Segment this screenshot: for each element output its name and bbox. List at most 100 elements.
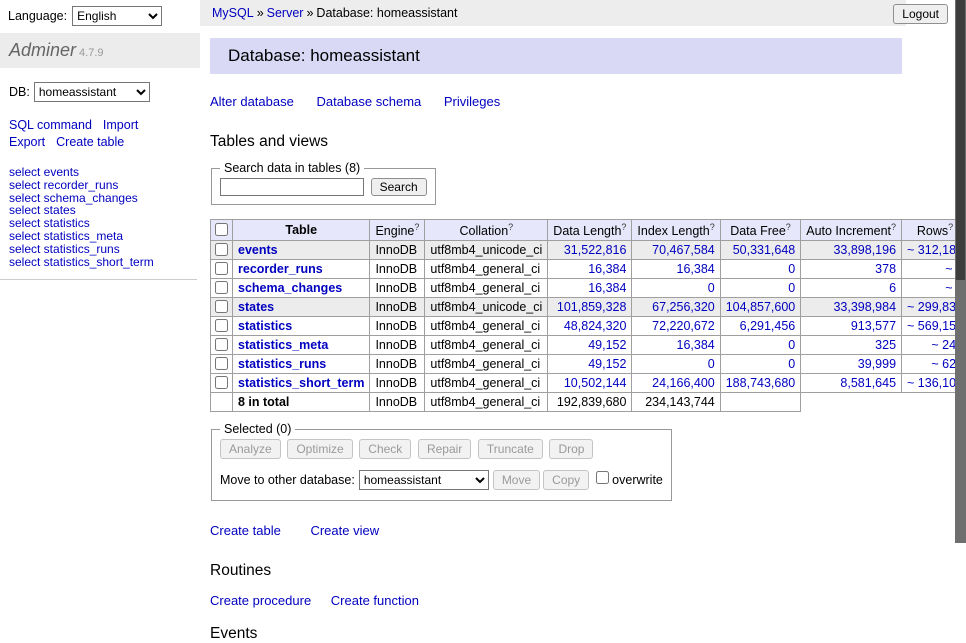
data-free-cell[interactable]: 0: [720, 260, 801, 279]
auto-increment-cell[interactable]: 33,898,196: [801, 241, 902, 260]
analyze-button: Analyze: [220, 439, 281, 459]
data-free-cell[interactable]: 50,331,648: [720, 241, 801, 260]
create-function-link[interactable]: Create function: [331, 593, 419, 608]
sidebar-link-import[interactable]: Import: [103, 118, 138, 132]
db-select[interactable]: homeassistant: [34, 82, 150, 102]
data-free-cell[interactable]: 6,291,456: [720, 317, 801, 336]
vertical-scrollbar[interactable]: [955, 0, 966, 543]
data-free-cell[interactable]: 0: [720, 336, 801, 355]
help-link[interactable]: ?: [710, 222, 715, 232]
breadcrumb-mysql-link[interactable]: MySQL: [212, 6, 254, 20]
data-length-cell[interactable]: 49,152: [548, 336, 632, 355]
sidebar-link-create-table[interactable]: Create table: [56, 135, 124, 149]
row-select-checkbox[interactable]: [215, 319, 228, 332]
help-link[interactable]: ?: [414, 222, 419, 232]
help-link[interactable]: ?: [621, 222, 626, 232]
breadcrumb-separator: »: [257, 6, 264, 20]
data-length-cell[interactable]: 31,522,816: [548, 241, 632, 260]
data-free-cell[interactable]: 104,857,600: [720, 298, 801, 317]
select-all-checkbox[interactable]: [215, 223, 228, 236]
table-name-link[interactable]: statistics_runs: [238, 357, 326, 371]
header-data-length: Data Length?: [548, 220, 632, 241]
engine-cell: InnoDB: [370, 279, 425, 298]
table-name-link[interactable]: states: [238, 300, 274, 314]
auto-increment-cell[interactable]: 8,581,645: [801, 374, 902, 393]
data-length-cell[interactable]: 10,502,144: [548, 374, 632, 393]
create-procedure-link[interactable]: Create procedure: [210, 593, 311, 608]
sidebar-item-select-events[interactable]: select events: [9, 166, 188, 179]
table-name-link[interactable]: recorder_runs: [238, 262, 323, 276]
row-select-checkbox[interactable]: [215, 357, 228, 370]
index-length-cell[interactable]: 72,220,672: [632, 317, 720, 336]
index-length-cell[interactable]: 24,166,400: [632, 374, 720, 393]
data-length-cell[interactable]: 16,384: [548, 279, 632, 298]
privileges-link[interactable]: Privileges: [444, 94, 500, 109]
scrollbar-thumb[interactable]: [956, 0, 965, 280]
breadcrumb-server-link[interactable]: Server: [267, 6, 304, 20]
index-length-cell[interactable]: 70,467,584: [632, 241, 720, 260]
move-db-select[interactable]: homeassistant: [359, 470, 489, 490]
overwrite-checkbox[interactable]: [596, 471, 609, 484]
sidebar-item-select-statistics-runs[interactable]: select statistics_runs: [9, 243, 188, 256]
data-length-cell[interactable]: 16,384: [548, 260, 632, 279]
data-free-cell[interactable]: 0: [720, 355, 801, 374]
search-button[interactable]: Search: [371, 178, 427, 196]
table-name-link[interactable]: schema_changes: [238, 281, 342, 295]
help-link[interactable]: ?: [786, 222, 791, 232]
data-free-cell[interactable]: 0: [720, 279, 801, 298]
create-table-link[interactable]: Create table: [210, 523, 281, 538]
truncate-button: Truncate: [478, 439, 543, 459]
search-input[interactable]: [220, 178, 364, 196]
data-free-cell[interactable]: 188,743,680: [720, 374, 801, 393]
header-table[interactable]: Table: [233, 220, 370, 241]
table-name-link[interactable]: events: [238, 243, 278, 257]
row-select-checkbox[interactable]: [215, 338, 228, 351]
row-select-checkbox[interactable]: [215, 281, 228, 294]
tables-overview-table: Table Engine? Collation? Data Length? In…: [210, 219, 966, 412]
check-button: Check: [359, 439, 411, 459]
sidebar-item-select-recorder-runs[interactable]: select recorder_runs: [9, 179, 188, 192]
help-link[interactable]: ?: [508, 222, 513, 232]
row-select-checkbox[interactable]: [215, 300, 228, 313]
table-row: recorder_runs InnoDB utf8mb4_general_ci …: [211, 260, 966, 279]
auto-increment-cell[interactable]: 6: [801, 279, 902, 298]
language-select[interactable]: English: [72, 6, 162, 26]
help-link[interactable]: ?: [948, 222, 953, 232]
sidebar-item-select-statistics-meta[interactable]: select statistics_meta: [9, 230, 188, 243]
help-link[interactable]: ?: [891, 222, 896, 232]
data-length-cell[interactable]: 49,152: [548, 355, 632, 374]
row-select-checkbox[interactable]: [215, 376, 228, 389]
table-row: statistics_runs InnoDB utf8mb4_general_c…: [211, 355, 966, 374]
create-view-link[interactable]: Create view: [310, 523, 379, 538]
database-action-links: Alter database Database schema Privilege…: [210, 94, 902, 109]
index-length-cell[interactable]: 0: [632, 279, 720, 298]
app-name[interactable]: Adminer: [9, 40, 76, 60]
selected-fieldset: Selected (0) Analyze Optimize Check Repa…: [211, 422, 672, 501]
table-name-link[interactable]: statistics_meta: [238, 338, 328, 352]
auto-increment-cell[interactable]: 33,398,984: [801, 298, 902, 317]
sidebar-link-export[interactable]: Export: [9, 135, 45, 149]
index-length-cell[interactable]: 16,384: [632, 260, 720, 279]
table-name-link[interactable]: statistics: [238, 319, 292, 333]
database-schema-link[interactable]: Database schema: [316, 94, 421, 109]
row-select-checkbox[interactable]: [215, 262, 228, 275]
table-header-row: Table Engine? Collation? Data Length? In…: [211, 220, 966, 241]
data-length-cell[interactable]: 48,824,320: [548, 317, 632, 336]
auto-increment-cell[interactable]: 378: [801, 260, 902, 279]
sidebar-link-sql-command[interactable]: SQL command: [9, 118, 92, 132]
auto-increment-cell[interactable]: 325: [801, 336, 902, 355]
alter-database-link[interactable]: Alter database: [210, 94, 294, 109]
logout-button[interactable]: Logout: [893, 4, 948, 24]
sidebar-item-select-statistics-short-term[interactable]: select statistics_short_term: [9, 256, 188, 269]
data-length-cell[interactable]: 101,859,328: [548, 298, 632, 317]
index-length-cell[interactable]: 0: [632, 355, 720, 374]
index-length-cell[interactable]: 67,256,320: [632, 298, 720, 317]
table-name-link[interactable]: statistics_short_term: [238, 376, 364, 390]
auto-increment-cell[interactable]: 39,999: [801, 355, 902, 374]
table-row: events InnoDB utf8mb4_unicode_ci 31,522,…: [211, 241, 966, 260]
index-length-cell[interactable]: 16,384: [632, 336, 720, 355]
auto-increment-cell[interactable]: 913,577: [801, 317, 902, 336]
engine-cell: InnoDB: [370, 298, 425, 317]
row-select-checkbox[interactable]: [215, 243, 228, 256]
move-button: Move: [493, 470, 540, 490]
